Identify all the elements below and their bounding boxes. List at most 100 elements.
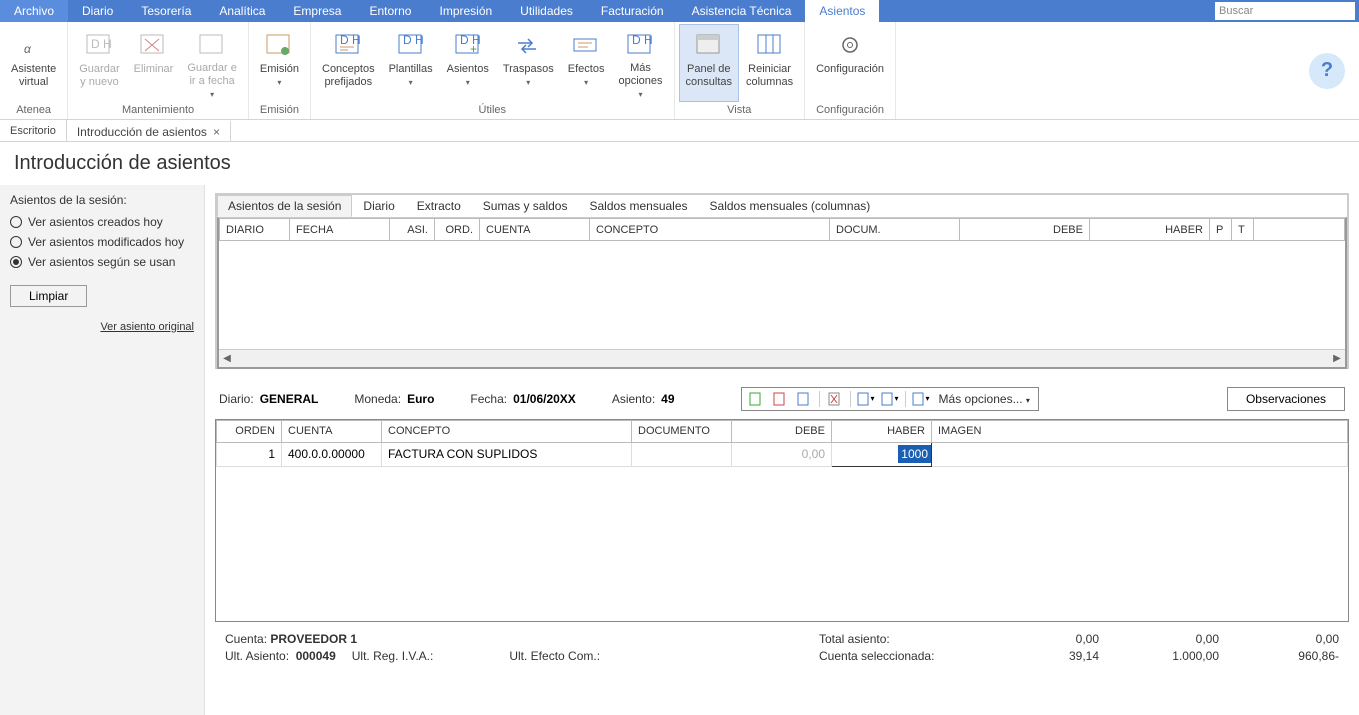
ws-tab-escritorio[interactable]: Escritorio	[0, 120, 67, 141]
tab-saldos-col[interactable]: Saldos mensuales (columnas)	[699, 195, 882, 217]
svg-text:α: α	[24, 42, 32, 56]
menu-diario[interactable]: Diario	[68, 0, 127, 22]
col-ord[interactable]: ORD.	[435, 219, 480, 241]
col-concepto[interactable]: CONCEPTO	[590, 219, 830, 241]
tb-doc-icon[interactable]	[795, 390, 813, 408]
tb-act3-icon[interactable]: ▾	[912, 390, 930, 408]
ribbon-group-vista: Panel de consultas Reiniciar columnas Vi…	[675, 22, 806, 119]
tb-act2-icon[interactable]: ▾	[881, 390, 899, 408]
radio-creados-hoy[interactable]: Ver asientos creados hoy	[10, 215, 194, 229]
limpiar-button[interactable]: Limpiar	[10, 285, 87, 307]
col-debe[interactable]: DEBE	[960, 219, 1090, 241]
chevron-down-icon: ▾	[277, 78, 281, 87]
col-p[interactable]: P	[1210, 219, 1232, 241]
traspasos-button[interactable]: Traspasos ▾	[496, 24, 561, 102]
col-concepto[interactable]: CONCEPTO	[382, 420, 632, 442]
col-orden[interactable]: ORDEN	[217, 420, 282, 442]
session-table: DIARIO FECHA ASI. ORD. CUENTA CONCEPTO D…	[217, 217, 1347, 369]
haber-input[interactable]: 1000	[898, 445, 931, 463]
col-haber[interactable]: HABER	[832, 420, 932, 442]
menu-empresa[interactable]: Empresa	[279, 0, 355, 22]
guardar-fecha-button[interactable]: Guardar e ir a fecha ▾	[180, 24, 244, 102]
radio-icon	[10, 256, 22, 268]
emit-icon	[263, 29, 295, 61]
svg-text:D H: D H	[632, 33, 653, 47]
mas-opciones-button[interactable]: D H Más opciones ▾	[611, 24, 669, 102]
cell-haber-editing[interactable]: 1000	[832, 442, 932, 466]
ver-original-link[interactable]: Ver asiento original	[10, 321, 194, 333]
sel-val-2: 1.000,00	[1119, 649, 1219, 664]
fecha-value: 01/06/20XX	[513, 392, 576, 406]
col-docum[interactable]: DOCUM.	[830, 219, 960, 241]
col-cuenta[interactable]: CUENTA	[282, 420, 382, 442]
moneda-value: Euro	[407, 392, 434, 406]
menu-analitica[interactable]: Analítica	[205, 0, 279, 22]
conceptos-button[interactable]: D H Conceptos prefijados	[315, 24, 382, 102]
table-empty	[220, 241, 1345, 349]
cell-concepto[interactable]: FACTURA CON SUPLIDOS	[382, 442, 632, 466]
guardar-nuevo-button[interactable]: D H Guardar y nuevo	[72, 24, 126, 102]
plantillas-button[interactable]: D H Plantillas ▾	[382, 24, 440, 102]
col-fecha[interactable]: FECHA	[290, 219, 390, 241]
scroll-right-icon[interactable]: ▶	[1329, 353, 1345, 364]
svg-text:+: +	[470, 42, 477, 56]
panel-consultas-button[interactable]: Panel de consultas	[679, 24, 739, 102]
menu-facturacion[interactable]: Facturación	[587, 0, 678, 22]
configuracion-button[interactable]: Configuración	[809, 24, 891, 102]
menu-asientos[interactable]: Asientos	[805, 0, 879, 22]
col-debe[interactable]: DEBE	[732, 420, 832, 442]
help-icon[interactable]: ?	[1309, 53, 1345, 89]
col-haber[interactable]: HABER	[1090, 219, 1210, 241]
radio-segun-usan[interactable]: Ver asientos según se usan	[10, 255, 194, 269]
menu-utilidades[interactable]: Utilidades	[506, 0, 587, 22]
asistente-virtual-button[interactable]: α Asistente virtual	[4, 24, 63, 102]
cuenta-value: PROVEEDOR 1	[270, 632, 357, 646]
close-icon[interactable]: ×	[213, 125, 220, 139]
gear-icon	[834, 29, 866, 61]
search-input[interactable]: Buscar	[1215, 2, 1355, 20]
tab-extracto[interactable]: Extracto	[406, 195, 472, 217]
efectos-button[interactable]: Efectos ▾	[561, 24, 612, 102]
asientos-button[interactable]: D H+ Asientos ▾	[440, 24, 496, 102]
sidebar-title: Asientos de la sesión:	[10, 193, 194, 207]
moneda-label: Moneda:	[354, 392, 401, 406]
cell-imagen[interactable]	[932, 442, 1348, 466]
tb-act1-icon[interactable]: ▾	[857, 390, 875, 408]
table-row[interactable]: 1 400.0.0.00000 FACTURA CON SUPLIDOS 0,0…	[217, 442, 1348, 466]
tb-more-options[interactable]: Más opciones... ▾	[933, 392, 1036, 406]
tb-new-icon[interactable]	[747, 390, 765, 408]
ws-tab-introduccion[interactable]: Introducción de asientos ×	[67, 120, 231, 141]
cell-orden[interactable]: 1	[217, 442, 282, 466]
page-title: Introducción de asientos	[0, 142, 1359, 185]
svg-text:D H: D H	[403, 33, 424, 47]
tab-saldos[interactable]: Saldos mensuales	[578, 195, 698, 217]
tab-sesion[interactable]: Asientos de la sesión	[217, 195, 352, 217]
col-diario[interactable]: DIARIO	[220, 219, 290, 241]
tb-copy-icon[interactable]	[771, 390, 789, 408]
tab-sumas[interactable]: Sumas y saldos	[472, 195, 579, 217]
templates-icon: D H	[395, 29, 427, 61]
cell-cuenta[interactable]: 400.0.0.00000	[282, 442, 382, 466]
col-t[interactable]: T	[1232, 219, 1254, 241]
col-asi[interactable]: ASI.	[390, 219, 435, 241]
observaciones-button[interactable]: Observaciones	[1227, 387, 1345, 411]
menu-tesoreria[interactable]: Tesorería	[127, 0, 205, 22]
menu-archivo[interactable]: Archivo	[0, 0, 68, 22]
col-cuenta[interactable]: CUENTA	[480, 219, 590, 241]
scroll-left-icon[interactable]: ◀	[219, 353, 235, 364]
tb-del-icon[interactable]	[826, 390, 844, 408]
cell-documento[interactable]	[632, 442, 732, 466]
entry-toolbar: ▾ ▾ ▾ Más opciones... ▾	[741, 387, 1039, 411]
menu-impresion[interactable]: Impresión	[425, 0, 506, 22]
menu-entorno[interactable]: Entorno	[355, 0, 425, 22]
reiniciar-columnas-button[interactable]: Reiniciar columnas	[739, 24, 800, 102]
radio-modificados-hoy[interactable]: Ver asientos modificados hoy	[10, 235, 194, 249]
tab-diario[interactable]: Diario	[352, 195, 405, 217]
menu-asistencia[interactable]: Asistencia Técnica	[678, 0, 806, 22]
cell-debe[interactable]: 0,00	[732, 442, 832, 466]
col-imagen[interactable]: IMAGEN	[932, 420, 1348, 442]
scrollbar[interactable]: ◀ ▶	[219, 349, 1345, 367]
col-documento[interactable]: DOCUMENTO	[632, 420, 732, 442]
eliminar-button[interactable]: Eliminar	[127, 24, 181, 102]
emision-button[interactable]: Emisión ▾	[253, 24, 306, 102]
